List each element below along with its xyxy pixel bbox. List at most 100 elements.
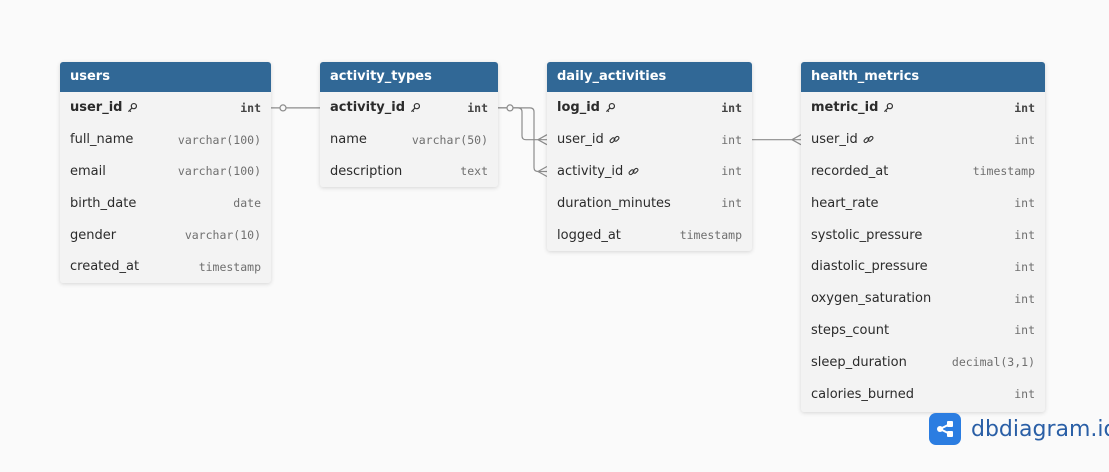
link-icon bbox=[628, 166, 639, 177]
field-type: timestamp bbox=[972, 164, 1035, 179]
field-name-text: description bbox=[330, 163, 403, 179]
brand-badge[interactable]: dbdiagram.io bbox=[929, 413, 1109, 445]
relationship-line bbox=[498, 107, 547, 173]
field-name: log_id bbox=[557, 100, 616, 115]
field-type: text bbox=[460, 164, 488, 179]
table-header[interactable]: health_metrics bbox=[801, 62, 1045, 92]
one-marker bbox=[279, 104, 287, 112]
field-name-text: sleep_duration bbox=[811, 354, 907, 370]
many-marker bbox=[791, 134, 802, 146]
field-type: int bbox=[467, 100, 488, 115]
share-nodes-icon bbox=[929, 413, 961, 445]
field-row[interactable]: user_id int bbox=[801, 124, 1045, 156]
diagram-canvas[interactable]: users user_id int full_name varchar(100) ema… bbox=[0, 0, 1109, 472]
field-row[interactable]: metric_id int bbox=[801, 92, 1045, 124]
field-type: int bbox=[1014, 291, 1035, 306]
field-name-text: full_name bbox=[70, 132, 134, 148]
one-marker bbox=[506, 104, 514, 112]
field-row[interactable]: diastolic_pressure int bbox=[801, 251, 1045, 283]
field-row[interactable]: user_id int bbox=[547, 124, 752, 156]
field-name-text: duration_minutes bbox=[557, 195, 671, 211]
field-name-text: created_at bbox=[70, 259, 140, 275]
field-name: sleep_duration bbox=[811, 355, 907, 370]
field-name: heart_rate bbox=[811, 196, 879, 211]
field-name-text: user_id bbox=[811, 132, 858, 148]
field-type: timestamp bbox=[198, 259, 261, 274]
many-marker bbox=[537, 134, 548, 146]
field-name-text: heart_rate bbox=[811, 195, 879, 211]
field-row[interactable]: recorded_at timestamp bbox=[801, 156, 1045, 188]
field-row[interactable]: gender varchar(10) bbox=[60, 219, 271, 251]
field-type: varchar(10) bbox=[184, 228, 261, 243]
field-type: date bbox=[233, 196, 261, 211]
key-icon bbox=[410, 102, 421, 113]
field-name: email bbox=[70, 164, 106, 179]
field-type: int bbox=[1014, 100, 1035, 115]
field-name-text: recorded_at bbox=[811, 163, 889, 179]
field-name: full_name bbox=[70, 132, 133, 147]
field-name-text: user_id bbox=[557, 132, 604, 148]
field-type: int bbox=[721, 100, 742, 115]
field-name: created_at bbox=[70, 259, 139, 274]
table-daily-activities[interactable]: daily_activities log_id int user_id int acti… bbox=[547, 62, 752, 251]
field-name: recorded_at bbox=[811, 164, 888, 179]
link-icon bbox=[609, 134, 620, 145]
field-name: diastolic_pressure bbox=[811, 259, 928, 274]
table-activity-types[interactable]: activity_types activity_id int name varchar… bbox=[320, 62, 498, 188]
table-header[interactable]: users bbox=[60, 62, 271, 92]
field-row[interactable]: created_at timestamp bbox=[60, 251, 271, 283]
table-users[interactable]: users user_id int full_name varchar(100) ema… bbox=[60, 62, 271, 283]
field-row[interactable]: log_id int bbox=[547, 92, 752, 124]
field-row[interactable]: email varchar(100) bbox=[60, 156, 271, 188]
field-name-text: metric_id bbox=[811, 100, 879, 116]
field-type: decimal(3,1) bbox=[951, 355, 1035, 370]
field-row[interactable]: calories_burned int bbox=[801, 378, 1045, 410]
field-name: logged_at bbox=[557, 228, 621, 243]
field-row[interactable]: description text bbox=[320, 156, 498, 188]
key-icon bbox=[883, 102, 894, 113]
field-row[interactable]: logged_at timestamp bbox=[547, 219, 752, 251]
field-type: varchar(100) bbox=[177, 132, 261, 147]
key-icon bbox=[127, 102, 138, 113]
field-name: name bbox=[330, 132, 367, 147]
field-name: oxygen_saturation bbox=[811, 291, 931, 306]
field-name: activity_id bbox=[330, 100, 421, 115]
field-name-text: user_id bbox=[70, 100, 123, 116]
field-type: varchar(100) bbox=[177, 164, 261, 179]
field-type: int bbox=[1014, 196, 1035, 211]
field-name-text: email bbox=[70, 163, 106, 179]
field-type: int bbox=[1014, 259, 1035, 274]
field-type: int bbox=[1014, 228, 1035, 243]
field-row[interactable]: user_id int bbox=[60, 92, 271, 124]
key-icon bbox=[605, 102, 616, 113]
field-name: description bbox=[330, 164, 402, 179]
field-row[interactable]: duration_minutes int bbox=[547, 187, 752, 219]
table-health-metrics[interactable]: health_metrics metric_id int user_id int rec… bbox=[801, 62, 1045, 412]
field-name-text: activity_id bbox=[557, 163, 624, 179]
field-type: int bbox=[240, 100, 261, 115]
field-type: int bbox=[721, 132, 742, 147]
field-row[interactable]: steps_count int bbox=[801, 315, 1045, 347]
field-row[interactable]: full_name varchar(100) bbox=[60, 124, 271, 156]
field-row[interactable]: oxygen_saturation int bbox=[801, 283, 1045, 315]
field-row[interactable]: heart_rate int bbox=[801, 187, 1045, 219]
field-type: int bbox=[1014, 387, 1035, 402]
table-header[interactable]: activity_types bbox=[320, 62, 498, 92]
field-name: steps_count bbox=[811, 323, 889, 338]
field-name-text: birth_date bbox=[70, 195, 137, 211]
field-name-text: name bbox=[330, 132, 367, 148]
field-name: user_id bbox=[70, 100, 138, 115]
field-row[interactable]: activity_id int bbox=[547, 156, 752, 188]
field-name: calories_burned bbox=[811, 387, 914, 402]
field-row[interactable]: name varchar(50) bbox=[320, 124, 498, 156]
field-row[interactable]: activity_id int bbox=[320, 92, 498, 124]
field-row[interactable]: birth_date date bbox=[60, 187, 271, 219]
field-row[interactable]: sleep_duration decimal(3,1) bbox=[801, 346, 1045, 378]
field-type: varchar(50) bbox=[411, 132, 488, 147]
field-name: systolic_pressure bbox=[811, 228, 922, 243]
field-type: int bbox=[1014, 323, 1035, 338]
field-type: int bbox=[1014, 132, 1035, 147]
field-row[interactable]: systolic_pressure int bbox=[801, 219, 1045, 251]
table-header[interactable]: daily_activities bbox=[547, 62, 752, 92]
field-name: gender bbox=[70, 228, 116, 243]
